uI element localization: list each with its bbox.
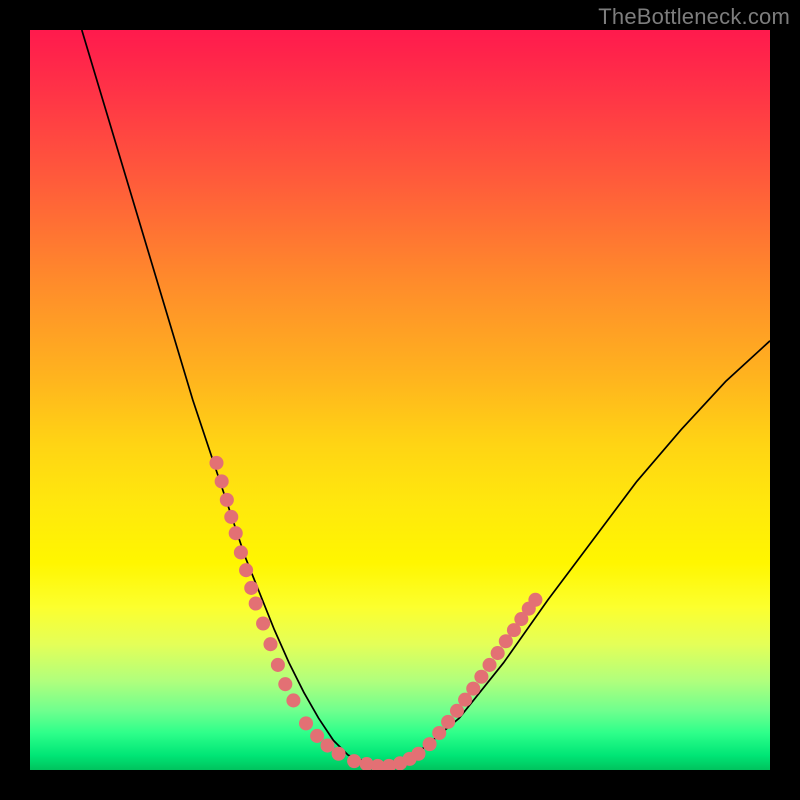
watermark-text: TheBottleneck.com: [598, 4, 790, 30]
chart-svg: [30, 30, 770, 770]
chart-frame: TheBottleneck.com: [0, 0, 800, 800]
plot-area: [30, 30, 770, 770]
bottleneck-curve: [82, 30, 770, 766]
data-markers: [209, 456, 542, 770]
